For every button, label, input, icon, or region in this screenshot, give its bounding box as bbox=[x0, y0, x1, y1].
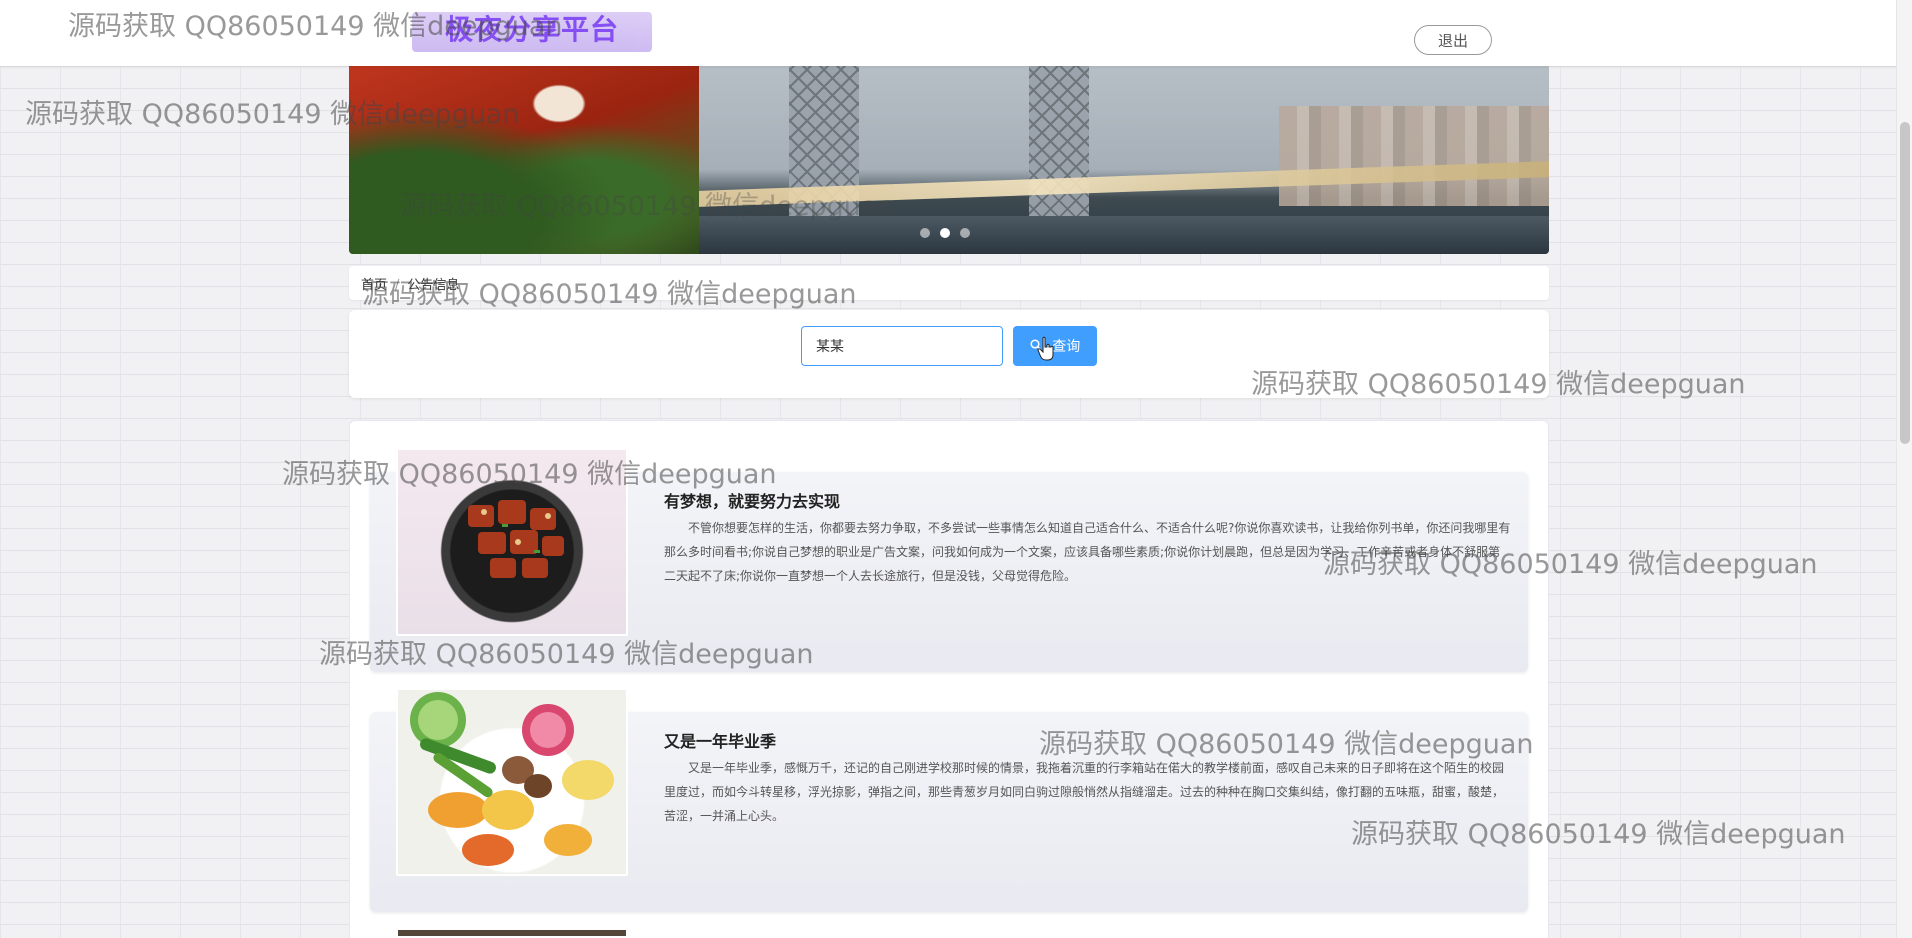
carousel-dot[interactable] bbox=[920, 228, 930, 238]
search-button-label: 查询 bbox=[1052, 339, 1081, 355]
breadcrumb: 首页 / 公告信息 bbox=[349, 266, 1549, 300]
article-title[interactable]: 有梦想，就要努力去实现 bbox=[664, 488, 840, 512]
search-panel: 查询 bbox=[349, 310, 1549, 398]
article-excerpt: 不管你想要怎样的生活，你都要去努力争取，不多尝试一些事情怎么知道自己适合什么、不… bbox=[664, 521, 1511, 583]
breadcrumb-separator: / bbox=[395, 278, 400, 293]
page-scrollbar-thumb[interactable] bbox=[1900, 122, 1910, 444]
article-title[interactable]: 又是一年毕业季 bbox=[664, 728, 776, 752]
banner-image-food bbox=[349, 66, 699, 254]
carousel-indicators bbox=[920, 228, 970, 238]
site-title[interactable]: 极夜分享平台 bbox=[412, 12, 652, 52]
article-image[interactable] bbox=[396, 928, 628, 938]
article-image[interactable] bbox=[396, 688, 628, 876]
breadcrumb-current: 公告信息 bbox=[407, 278, 460, 293]
top-header: 极夜分享平台 退出 bbox=[0, 0, 1912, 66]
article-image[interactable] bbox=[396, 448, 628, 636]
logout-button[interactable]: 退出 bbox=[1414, 25, 1492, 55]
banner-city-skyline bbox=[1279, 106, 1549, 206]
carousel-dot-active[interactable] bbox=[940, 228, 950, 238]
article-excerpt: 又是一年毕业季，感慨万千，还记的自己刚进学校那时候的情景，我拖着沉重的行李箱站在… bbox=[664, 761, 1505, 823]
mouse-pointer-icon bbox=[1037, 336, 1055, 362]
banner-carousel[interactable] bbox=[349, 66, 1549, 254]
carousel-dot[interactable] bbox=[960, 228, 970, 238]
search-button[interactable]: 查询 bbox=[1013, 326, 1097, 366]
search-input[interactable] bbox=[801, 326, 1003, 366]
banner-water bbox=[699, 216, 1549, 254]
breadcrumb-home[interactable]: 首页 bbox=[361, 278, 387, 293]
breadcrumb-trail: 首页 / 公告信息 bbox=[361, 274, 459, 293]
